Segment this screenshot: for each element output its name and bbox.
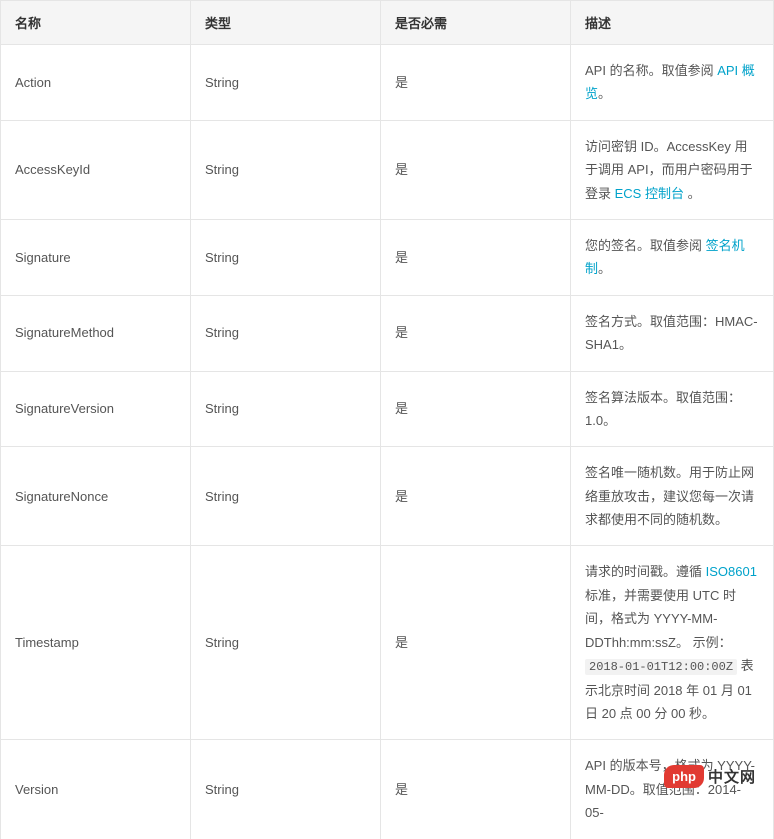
col-desc: 描述 [571,1,774,45]
cell-name: Action [1,45,191,121]
cell-required: 是 [381,371,571,447]
col-name: 名称 [1,1,191,45]
table-row: AccessKeyIdString是访问密钥 ID。AccessKey 用于调用… [1,120,774,219]
cell-required: 是 [381,219,571,295]
cell-desc: 签名方式。取值范围：HMAC-SHA1。 [571,295,774,371]
desc-link[interactable]: ISO8601 [706,564,757,579]
cell-type: String [191,447,381,546]
cell-type: String [191,45,381,121]
table-row: SignatureMethodString是签名方式。取值范围：HMAC-SHA… [1,295,774,371]
cell-required: 是 [381,546,571,740]
cell-type: String [191,219,381,295]
cell-desc: 您的签名。取值参阅 签名机制。 [571,219,774,295]
table-row: SignatureVersionString是签名算法版本。取值范围：1.0。 [1,371,774,447]
logo-badge: php [664,765,704,788]
cell-type: String [191,546,381,740]
cell-required: 是 [381,740,571,839]
col-required: 是否必需 [381,1,571,45]
cell-name: SignatureNonce [1,447,191,546]
cell-name: Signature [1,219,191,295]
table-header-row: 名称 类型 是否必需 描述 [1,1,774,45]
cell-required: 是 [381,447,571,546]
table-row: SignatureNonceString是签名唯一随机数。用于防止网络重放攻击，… [1,447,774,546]
inline-code: 2018-01-01T12:00:00Z [585,659,737,675]
table-row: SignatureString是您的签名。取值参阅 签名机制。 [1,219,774,295]
cell-desc: API 的名称。取值参阅 API 概览。 [571,45,774,121]
cell-desc: 签名唯一随机数。用于防止网络重放攻击，建议您每一次请求都使用不同的随机数。 [571,447,774,546]
cell-type: String [191,120,381,219]
desc-link[interactable]: 签名机制 [585,238,745,276]
cell-type: String [191,295,381,371]
table-row: TimestampString是请求的时间戳。遵循 ISO8601 标准，并需要… [1,546,774,740]
cell-type: String [191,740,381,839]
col-type: 类型 [191,1,381,45]
cell-desc: 访问密钥 ID。AccessKey 用于调用 API，而用户密码用于登录 ECS… [571,120,774,219]
cell-required: 是 [381,45,571,121]
cell-name: Timestamp [1,546,191,740]
desc-link[interactable]: API 概览 [585,63,755,101]
logo-text: 中文网 [708,766,756,787]
cell-required: 是 [381,295,571,371]
table-row: VersionString是API 的版本号，格式为 YYYY-MM-DD。取值… [1,740,774,839]
desc-link[interactable]: ECS 控制台 [615,186,684,201]
site-logo: php 中文网 [664,765,756,788]
cell-desc: 签名算法版本。取值范围：1.0。 [571,371,774,447]
cell-name: AccessKeyId [1,120,191,219]
cell-required: 是 [381,120,571,219]
cell-desc: 请求的时间戳。遵循 ISO8601 标准，并需要使用 UTC 时间，格式为 YY… [571,546,774,740]
cell-name: Version [1,740,191,839]
cell-name: SignatureVersion [1,371,191,447]
params-table: 名称 类型 是否必需 描述 ActionString是API 的名称。取值参阅 … [0,0,774,839]
cell-name: SignatureMethod [1,295,191,371]
cell-type: String [191,371,381,447]
cell-desc: API 的版本号，格式为 YYYY-MM-DD。取值范围：2014-05- [571,740,774,839]
table-row: ActionString是API 的名称。取值参阅 API 概览。 [1,45,774,121]
